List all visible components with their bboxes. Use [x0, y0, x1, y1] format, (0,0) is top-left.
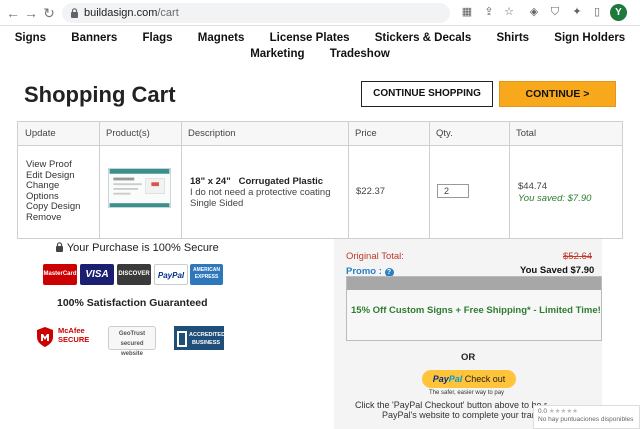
shield-icon[interactable]: ⛉	[548, 5, 562, 19]
nav-item-stickers-decals[interactable]: Stickers & Decals	[375, 32, 472, 44]
product-title: 18" x 24" Corrugated Plastic	[190, 176, 324, 187]
nav-item-magnets[interactable]: Magnets	[198, 32, 245, 44]
view-proof-link[interactable]: View Proof	[26, 159, 80, 171]
you-saved-total: You Saved $7.90	[520, 265, 595, 276]
column-divider	[181, 122, 182, 238]
rating-widget[interactable]: 0.0 ★★★★★ No hay puntuaciones disponible…	[533, 405, 640, 429]
paypal-logo-pal: Pal	[448, 374, 463, 384]
column-header-qty: Qty.	[436, 128, 453, 139]
mastercard-icon: MasterCard	[43, 264, 77, 285]
bbb-badge: ACCREDITED BUSINESS	[174, 326, 226, 350]
mcafee-shield-icon	[37, 327, 53, 347]
paypal-logo: PayPal	[433, 374, 463, 384]
extension-icon[interactable]: ◈	[527, 5, 541, 19]
star-icon[interactable]: ☆	[502, 5, 516, 19]
product-option: Single Sided	[190, 198, 244, 209]
browser-toolbar: ← → ↻ buildasign.com/cart ▦ ⇪ ☆ ◈ ⛉ ✦ ▯ …	[0, 0, 640, 26]
copy-design-link[interactable]: Copy Design	[26, 201, 80, 213]
remove-link[interactable]: Remove	[26, 212, 80, 224]
reload-icon[interactable]: ↻	[40, 4, 58, 22]
or-divider: OR	[461, 352, 476, 363]
paypal-checkout-label: Check out	[464, 374, 506, 384]
paypal-logo-pay: Pay	[432, 374, 449, 384]
url-text: buildasign.com/cart	[84, 7, 179, 19]
continue-shopping-button[interactable]: CONTINUE SHOPPING	[361, 81, 493, 107]
continue-button[interactable]: CONTINUE >	[499, 81, 616, 107]
nav-item-marketing[interactable]: Marketing	[250, 48, 304, 60]
share-icon[interactable]: ⇪	[482, 5, 496, 19]
paypal-instructions: PayPal's website to complete your transa	[382, 410, 547, 420]
nav-item-shirts[interactable]: Shirts	[496, 32, 529, 44]
mcafee-badge: McAfee SECURE	[36, 326, 92, 350]
column-divider	[348, 122, 349, 238]
paypal-card-icon: PayPal	[154, 264, 188, 285]
item-total: $44.74	[518, 181, 548, 192]
promo-banner-bar	[347, 277, 601, 290]
bbb-torch-icon	[177, 331, 187, 347]
quantity-input[interactable]: 2	[437, 184, 469, 198]
promo-banner: 15% Off Custom Signs + Free Shipping* - …	[346, 276, 602, 341]
nav-item-tradeshow[interactable]: Tradeshow	[330, 48, 390, 60]
column-header-description: Description	[188, 128, 236, 139]
satisfaction-guarantee: 100% Satisfaction Guaranteed	[57, 297, 208, 309]
secure-purchase-text: Your Purchase is 100% Secure	[66, 242, 219, 254]
bbb-badge-text: ACCREDITED BUSINESS	[189, 332, 226, 346]
paypal-instructions: Click the 'PayPal Checkout' button above…	[355, 400, 548, 410]
product-thumbnail[interactable]	[108, 168, 171, 208]
nav-item-sign-holders[interactable]: Sign Holders	[554, 32, 625, 44]
column-header-update: Update	[25, 128, 56, 139]
forward-arrow-icon[interactable]: →	[22, 4, 40, 22]
mcafee-badge-text: McAfee SECURE	[58, 326, 90, 344]
nav-item-license-plates[interactable]: License Plates	[270, 32, 350, 44]
item-savings: You saved: $7.90	[518, 193, 592, 204]
address-bar[interactable]: buildasign.com/cart	[62, 3, 450, 23]
amex-icon: AMERICAN EXPRESS	[190, 264, 223, 285]
column-header-products: Product(s)	[106, 128, 150, 139]
column-divider	[429, 122, 430, 238]
main-nav-row-1: Signs Banners Flags Magnets License Plat…	[0, 32, 640, 44]
translate-icon[interactable]: ▦	[460, 5, 474, 19]
rating-stars: 0.0 ★★★★★	[538, 408, 578, 415]
paypal-tagline: The safer, easier way to pay	[429, 390, 505, 396]
cart-table: Update Product(s) Description Price Qty.…	[17, 121, 623, 239]
discover-icon: DISCOVER	[117, 264, 151, 285]
avatar[interactable]: Y	[610, 4, 627, 21]
paypal-checkout-button[interactable]: PayPal Check out	[422, 370, 516, 388]
column-header-price: Price	[355, 128, 377, 139]
nav-item-flags[interactable]: Flags	[143, 32, 173, 44]
original-total-value: $52.64	[563, 251, 593, 262]
promo-message: 15% Off Custom Signs + Free Shipping* - …	[351, 305, 601, 316]
lock-icon	[56, 242, 63, 252]
page-title: Shopping Cart	[24, 82, 176, 107]
visa-icon: VISA	[80, 264, 114, 285]
original-total-label: Original Total:	[346, 251, 404, 262]
back-arrow-icon[interactable]: ←	[4, 4, 22, 22]
change-options-link[interactable]: Change	[26, 180, 80, 192]
column-header-total: Total	[516, 128, 537, 139]
secure-purchase-line: Your Purchase is 100% Secure	[55, 242, 219, 254]
lock-icon	[71, 8, 78, 18]
nav-item-banners[interactable]: Banners	[71, 32, 117, 44]
nav-item-signs[interactable]: Signs	[15, 32, 46, 44]
sidebar-icon[interactable]: ▯	[590, 5, 604, 19]
geotrust-badge: GeoTrust secured website	[108, 326, 156, 357]
column-divider	[509, 122, 510, 238]
order-summary: Original Total: $52.64 Promo : ? You Sav…	[334, 239, 602, 429]
rating-text: No hay puntuaciones disponibles	[538, 416, 634, 423]
item-price: $22.37	[356, 186, 386, 197]
column-divider	[99, 122, 100, 238]
puzzle-icon[interactable]: ✦	[570, 5, 584, 19]
item-actions: View Proof Edit Design Change Options Co…	[26, 159, 80, 224]
main-nav-row-2: Marketing Tradeshow	[0, 48, 640, 60]
product-option: I do not need a protective coating	[190, 187, 331, 198]
